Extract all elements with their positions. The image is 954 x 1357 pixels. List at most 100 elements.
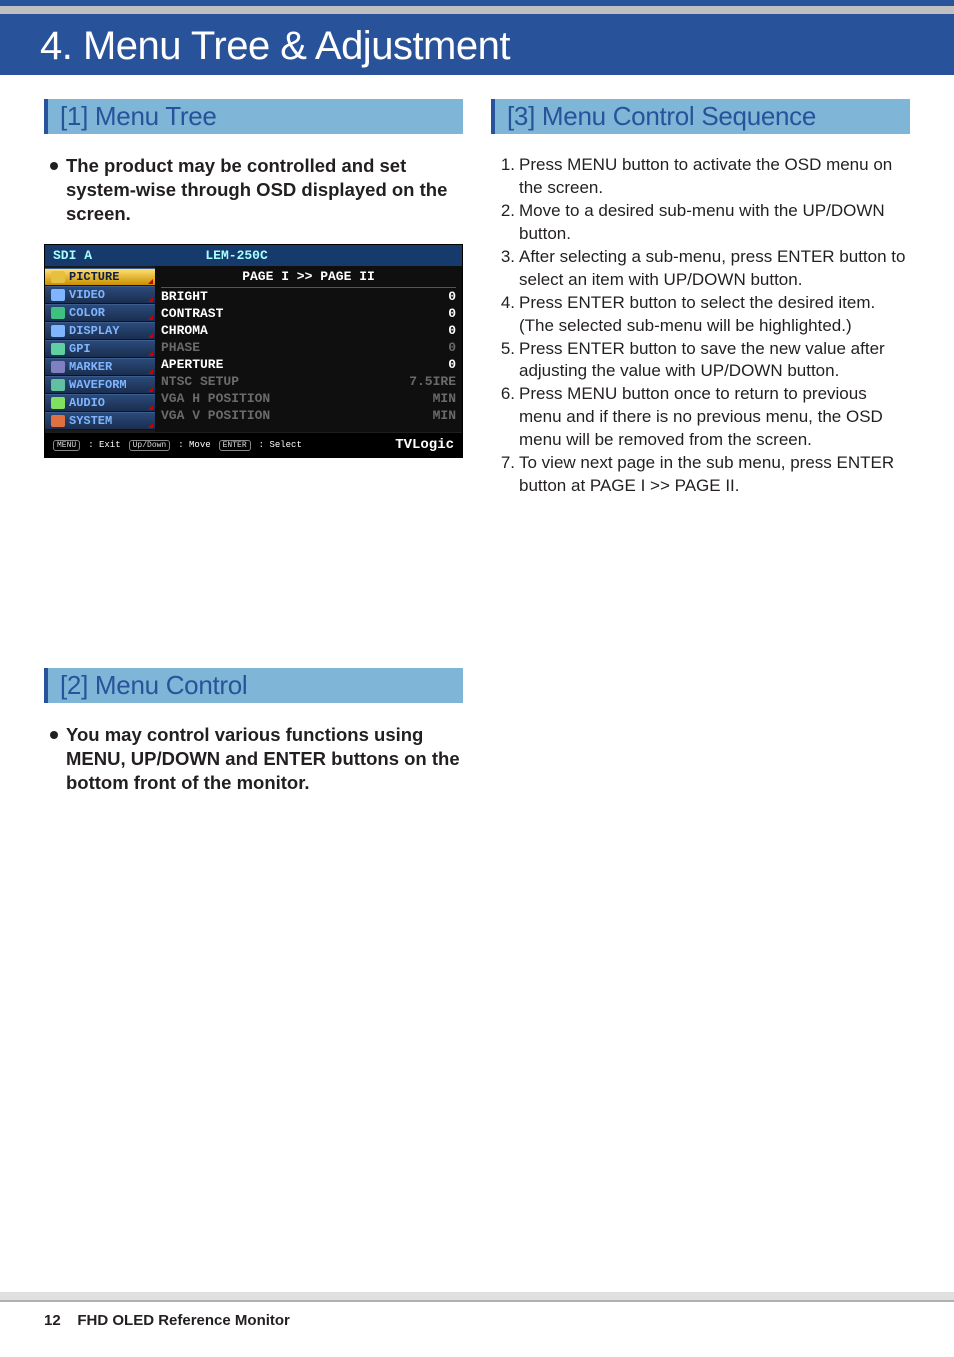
bullet-icon	[50, 162, 58, 170]
osd-nav-item-waveform[interactable]: WAVEFORM	[45, 376, 155, 394]
step-number: 4.	[495, 292, 515, 315]
color-icon	[51, 307, 65, 319]
osd-nav-item-gpi[interactable]: GPI	[45, 340, 155, 358]
lead-paragraph-menu-tree: The product may be controlled and set sy…	[44, 154, 463, 226]
corner-icon	[148, 333, 153, 338]
osd-footer: MENU : Exit Up/Down : Move ENTER : Select TVLo…	[45, 432, 462, 457]
left-column: [1] Menu Tree The product may be control…	[44, 99, 463, 813]
corner-icon	[148, 297, 153, 302]
bullet-icon	[50, 731, 58, 739]
step-text: To view next page in the sub menu, press…	[519, 452, 910, 498]
osd-titlebar: SDI A LEM-250C	[45, 245, 462, 266]
osd-key-menu: MENU	[53, 440, 80, 451]
lead-paragraph-menu-control: You may control various functions using …	[44, 723, 463, 795]
step-number: 7.	[495, 452, 515, 498]
osd-page-header: PAGE I >> PAGE II	[161, 268, 456, 288]
corner-icon	[148, 423, 153, 428]
osd-nav-label: GPI	[69, 342, 91, 356]
osd-brand: TVLogic	[395, 437, 454, 453]
footer-doc-title: FHD OLED Reference Monitor	[77, 1312, 290, 1329]
chapter-title: 4. Menu Tree & Adjustment	[40, 16, 954, 73]
osd-row[interactable]: VGA V POSITIONMIN	[161, 407, 456, 424]
step-text: After selecting a sub-menu, press ENTER …	[519, 246, 910, 292]
display-icon	[51, 325, 65, 337]
osd-row-value: 0	[448, 306, 456, 321]
step-number: 1.	[495, 154, 515, 200]
audio-icon	[51, 397, 65, 409]
corner-icon	[148, 369, 153, 374]
osd-row-label: BRIGHT	[161, 289, 208, 304]
osd-row-value: 0	[448, 323, 456, 338]
osd-main-panel: PAGE I >> PAGE II BRIGHT0CONTRAST0CHROMA…	[155, 266, 462, 432]
osd-key-updown: Up/Down	[129, 440, 171, 451]
osd-nav-label: SYSTEM	[69, 414, 112, 428]
step-text: Press ENTER button to save the new value…	[519, 338, 910, 384]
osd-nav-label: PICTURE	[69, 270, 119, 284]
osd-row[interactable]: CONTRAST 0	[161, 305, 456, 322]
step-item: 3.After selecting a sub-menu, press ENTE…	[495, 246, 910, 292]
step-number: 5.	[495, 338, 515, 384]
section-heading-menu-tree: [1] Menu Tree	[44, 99, 463, 134]
osd-row-value: 0	[448, 357, 456, 372]
step-item: 5.Press ENTER button to save the new val…	[495, 338, 910, 384]
osd-row[interactable]: CHROMA 0	[161, 322, 456, 339]
system-icon	[51, 415, 65, 427]
osd-row-label: CONTRAST	[161, 306, 223, 321]
osd-nav-item-display[interactable]: DISPLAY	[45, 322, 155, 340]
osd-nav: PICTURE VIDEO COLOR DISPLAY GPI MARKER WAVEFOR…	[45, 266, 155, 432]
step-item: 2.Move to a desired sub-menu with the UP…	[495, 200, 910, 246]
lead-text: You may control various functions using …	[66, 723, 463, 795]
osd-row-label: NTSC SETUP	[161, 374, 239, 389]
step-item: 6.Press MENU button once to return to pr…	[495, 383, 910, 452]
step-number: 2.	[495, 200, 515, 246]
osd-title-right: LEM-250C	[205, 248, 267, 263]
corner-icon	[148, 405, 153, 410]
osd-title-left: SDI A	[53, 248, 205, 263]
right-column: [3] Menu Control Sequence 1.Press MENU b…	[491, 99, 910, 813]
step-text: Press ENTER button to select the desired…	[519, 292, 875, 315]
osd-nav-item-video[interactable]: VIDEO	[45, 286, 155, 304]
chapter-banner: 4. Menu Tree & Adjustment	[0, 0, 954, 75]
page-footer: 12 FHD OLED Reference Monitor	[0, 1300, 954, 1357]
corner-icon	[148, 279, 153, 284]
step-item: 4.Press ENTER button to select the desir…	[495, 292, 910, 315]
osd-row[interactable]: PHASE0	[161, 339, 456, 356]
osd-nav-label: COLOR	[69, 306, 105, 320]
osd-key-action: : Exit	[88, 440, 120, 450]
osd-row-value: MIN	[433, 408, 456, 423]
osd-rows: BRIGHT0CONTRAST0CHROMA0PHASE0APERTURE0NT…	[161, 288, 456, 424]
osd-nav-label: AUDIO	[69, 396, 105, 410]
step-number: 3.	[495, 246, 515, 292]
osd-key-action: : Select	[259, 440, 302, 450]
corner-icon	[148, 351, 153, 356]
osd-row[interactable]: NTSC SETUP 7.5IRE	[161, 373, 456, 390]
osd-nav-item-audio[interactable]: AUDIO	[45, 394, 155, 412]
osd-nav-item-system[interactable]: SYSTEM	[45, 412, 155, 430]
osd-row-label: VGA H POSITION	[161, 391, 270, 406]
section-heading-menu-control-sequence: [3] Menu Control Sequence	[491, 99, 910, 134]
osd-nav-item-marker[interactable]: MARKER	[45, 358, 155, 376]
osd-nav-item-color[interactable]: COLOR	[45, 304, 155, 322]
marker-icon	[51, 361, 65, 373]
page-body: [1] Menu Tree The product may be control…	[0, 75, 954, 813]
osd-nav-label: WAVEFORM	[69, 378, 127, 392]
osd-nav-item-picture[interactable]: PICTURE	[45, 268, 155, 286]
step-item: 1.Press MENU button to activate the OSD …	[495, 154, 910, 200]
osd-row[interactable]: BRIGHT0	[161, 288, 456, 305]
osd-row-label: CHROMA	[161, 323, 208, 338]
section-heading-menu-control: [2] Menu Control	[44, 668, 463, 703]
osd-row[interactable]: VGA H POSITION MIN	[161, 390, 456, 407]
video-icon	[51, 289, 65, 301]
osd-row-value: MIN	[433, 391, 456, 406]
osd-nav-label: VIDEO	[69, 288, 105, 302]
step-item: 7.To view next page in the sub menu, pre…	[495, 452, 910, 498]
osd-key-action: : Move	[178, 440, 210, 450]
osd-nav-label: MARKER	[69, 360, 112, 374]
osd-row-value: 7.5IRE	[409, 374, 456, 389]
corner-icon	[148, 315, 153, 320]
osd-nav-label: DISPLAY	[69, 324, 119, 338]
osd-row[interactable]: APERTURE0	[161, 356, 456, 373]
steps-list: 1.Press MENU button to activate the OSD …	[491, 154, 910, 498]
lead-text: The product may be controlled and set sy…	[66, 154, 463, 226]
osd-key-enter: ENTER	[219, 440, 251, 451]
